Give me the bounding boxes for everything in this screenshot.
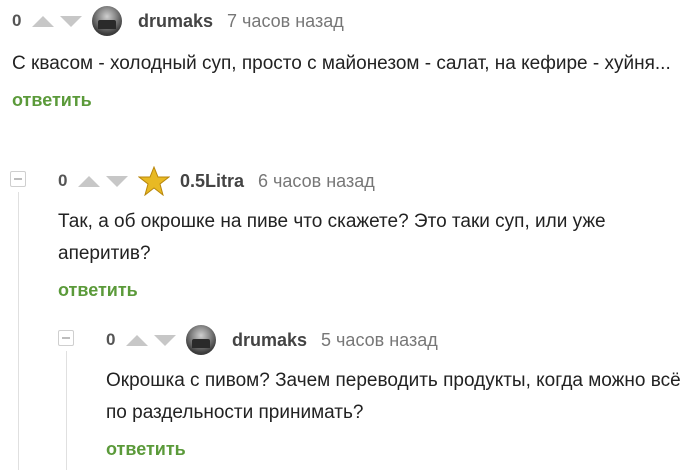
collapse-thread-button[interactable] xyxy=(58,330,74,346)
downvote-arrow-icon[interactable] xyxy=(60,15,82,27)
comment-header: 0 drumaks 5 часов назад xyxy=(106,325,690,355)
upvote-arrow-icon[interactable] xyxy=(32,15,54,27)
reply-button[interactable]: ответить xyxy=(12,90,92,111)
avatar[interactable] xyxy=(92,6,122,36)
reply-button[interactable]: ответить xyxy=(58,280,138,301)
comment-author[interactable]: drumaks xyxy=(138,11,213,32)
collapse-thread-button[interactable] xyxy=(10,171,26,187)
downvote-arrow-icon[interactable] xyxy=(106,175,128,187)
star-icon[interactable] xyxy=(137,165,171,197)
comment-time[interactable]: 5 часов назад xyxy=(321,330,438,351)
comment-time[interactable]: 7 часов назад xyxy=(227,11,344,32)
thread-line xyxy=(18,192,19,470)
comment-rating: 0 xyxy=(58,171,68,190)
upvote-arrow-icon[interactable] xyxy=(126,334,148,346)
comment-author[interactable]: 0.5Litra xyxy=(180,171,244,192)
comment: 0 drumaks 5 часов назад Окрошка с пивом?… xyxy=(106,325,690,460)
comment: 0 0.5Litra 6 часов назад Так, а об окрош… xyxy=(58,165,690,301)
comment-time[interactable]: 6 часов назад xyxy=(258,171,375,192)
comment-header: 0 drumaks 7 часов назад xyxy=(12,6,692,36)
comment-text: С квасом - холодный суп, просто с майоне… xyxy=(12,53,671,74)
thread-line xyxy=(66,351,67,470)
comment-text: Окрошка с пивом? Зачем переводить продук… xyxy=(106,370,681,423)
upvote-arrow-icon[interactable] xyxy=(78,175,100,187)
comment: 0 drumaks 7 часов назад С квасом - холод… xyxy=(12,6,692,111)
comment-rating: 0 xyxy=(106,330,116,349)
downvote-arrow-icon[interactable] xyxy=(154,334,176,346)
comment-header: 0 0.5Litra 6 часов назад xyxy=(58,165,690,197)
reply-button[interactable]: ответить xyxy=(106,439,186,460)
avatar[interactable] xyxy=(186,325,216,355)
comment-rating: 0 xyxy=(12,11,22,30)
comment-text: Так, а об окрошке на пиве что скажете? Э… xyxy=(58,211,606,264)
comment-author[interactable]: drumaks xyxy=(232,330,307,351)
